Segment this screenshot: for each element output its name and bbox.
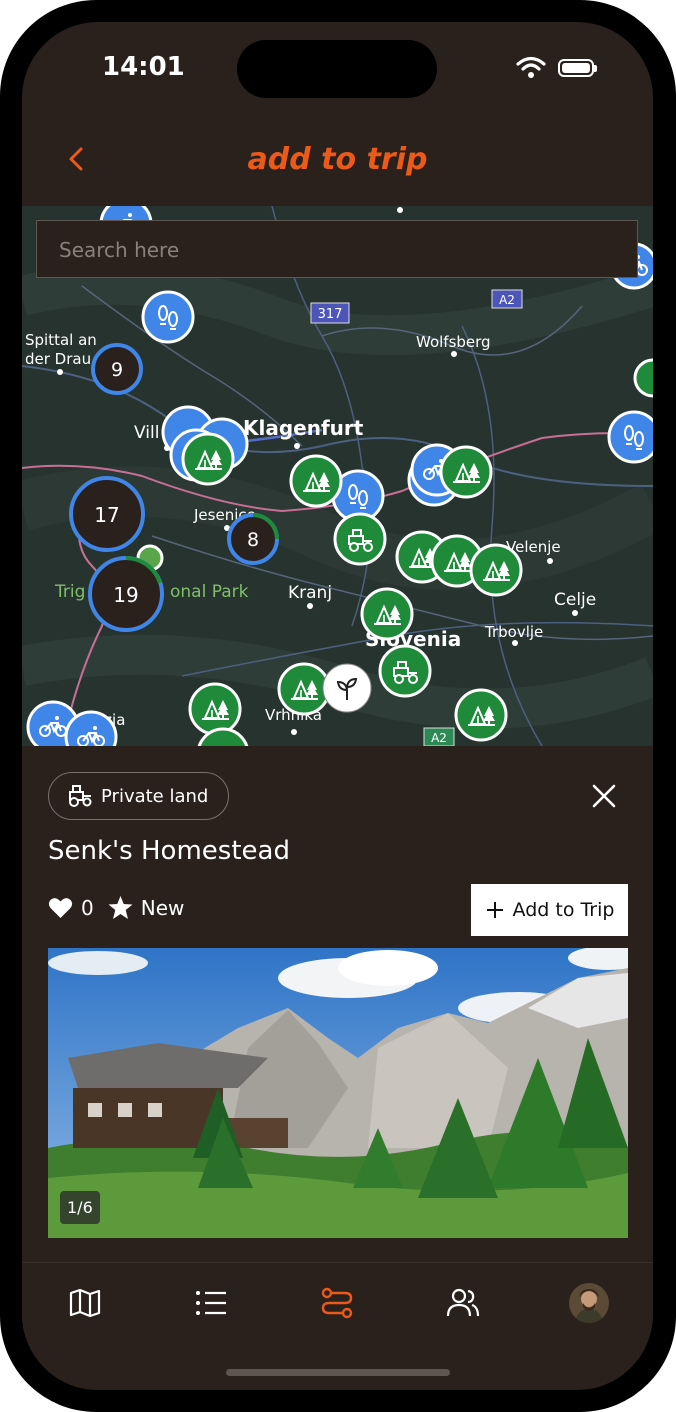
page-title: add to trip xyxy=(247,142,428,177)
search-input[interactable]: Search here xyxy=(36,220,638,278)
route-icon xyxy=(321,1287,353,1319)
status-time: 14:01 xyxy=(102,52,185,82)
close-icon[interactable] xyxy=(590,782,618,810)
cluster-count: 9 xyxy=(111,359,123,381)
add-to-trip-label: Add to Trip xyxy=(512,899,615,921)
avatar xyxy=(569,1283,609,1323)
map-label-klagenfurt: Klagenfurt xyxy=(243,416,364,440)
cluster-marker[interactable]: 19 xyxy=(88,556,164,632)
map-label-wolfsberg: Wolfsberg xyxy=(416,333,491,351)
cluster-count: 8 xyxy=(247,529,259,551)
tab-list[interactable] xyxy=(191,1283,231,1323)
marker-camping[interactable] xyxy=(289,454,343,508)
marker-camping[interactable] xyxy=(439,445,493,499)
star-icon xyxy=(108,896,133,919)
place-name: Senk's Homestead xyxy=(48,836,290,866)
map-canvas[interactable]: 317 A2 A2 Spittal an der Drau Wolfsberg … xyxy=(22,206,653,746)
marker-camping[interactable] xyxy=(454,688,508,742)
marker-hiking[interactable] xyxy=(607,410,653,464)
category-label: Private land xyxy=(101,785,209,807)
marker-selected[interactable] xyxy=(322,663,372,713)
map-label-spittal-2: der Drau xyxy=(25,350,91,368)
marker-camping[interactable] xyxy=(277,662,331,716)
cluster-marker[interactable]: 17 xyxy=(69,476,145,552)
phone-frame: 14:01 add to trip 317 A2 A2 Spittal an d… xyxy=(0,0,676,1412)
map-label-spittal: Spittal an xyxy=(25,331,97,349)
list-icon xyxy=(196,1291,226,1315)
map-label-triglav-a: Trig xyxy=(54,582,85,602)
battery-icon xyxy=(558,59,597,77)
map-label-kranj: Kranj xyxy=(288,583,332,603)
tab-map[interactable] xyxy=(65,1283,105,1323)
tab-profile-avatar[interactable] xyxy=(569,1283,609,1323)
header: add to trip xyxy=(22,122,653,206)
marker-farm[interactable] xyxy=(378,644,432,698)
category-tag: Private land xyxy=(48,772,230,820)
tractor-icon xyxy=(69,785,92,807)
likes-count: 0 xyxy=(81,896,94,920)
road-label-a2: A2 xyxy=(499,293,515,307)
wifi-icon xyxy=(516,56,546,78)
map-label-celje: Celje xyxy=(554,590,596,610)
tab-route[interactable] xyxy=(317,1283,357,1323)
marker-camping[interactable] xyxy=(360,587,414,641)
marker-hiking[interactable] xyxy=(141,290,195,344)
map-label-trbovlje: Trbovlje xyxy=(484,623,543,641)
road-label-a2-slovenia: A2 xyxy=(431,731,447,745)
place-photo[interactable]: 1/6 xyxy=(48,948,628,1238)
marker-camping[interactable] xyxy=(188,682,242,736)
marker-camping[interactable] xyxy=(181,432,235,486)
search-placeholder: Search here xyxy=(59,238,180,262)
map-view[interactable]: 317 A2 A2 Spittal an der Drau Wolfsberg … xyxy=(22,206,653,746)
dynamic-island xyxy=(237,40,437,98)
add-to-trip-button[interactable]: Add to Trip xyxy=(471,884,628,936)
cluster-count: 19 xyxy=(113,583,138,607)
plus-icon xyxy=(486,902,503,918)
map-icon xyxy=(69,1288,101,1318)
photo-image xyxy=(48,948,628,1238)
marker-farm[interactable] xyxy=(333,512,387,566)
cluster-count: 17 xyxy=(94,503,119,527)
users-icon xyxy=(446,1288,480,1317)
place-stats: 0 New xyxy=(48,896,184,920)
map-label-triglav-b: onal Park xyxy=(170,582,249,602)
home-indicator xyxy=(226,1369,450,1376)
rating-label: New xyxy=(140,896,185,920)
app-screen: 14:01 add to trip 317 A2 A2 Spittal an d… xyxy=(22,22,653,1390)
marker-camping[interactable] xyxy=(469,543,523,597)
place-detail-panel: Private land Senk's Homestead 0 New Add … xyxy=(22,746,653,1262)
cluster-marker[interactable]: 8 xyxy=(227,513,279,565)
cluster-marker[interactable]: 9 xyxy=(91,343,143,395)
photo-counter: 1/6 xyxy=(60,1191,100,1224)
map-label-villach: Vill xyxy=(134,423,159,443)
tab-community[interactable] xyxy=(443,1283,483,1323)
heart-icon[interactable] xyxy=(48,897,73,919)
road-label-317: 317 xyxy=(318,307,343,322)
